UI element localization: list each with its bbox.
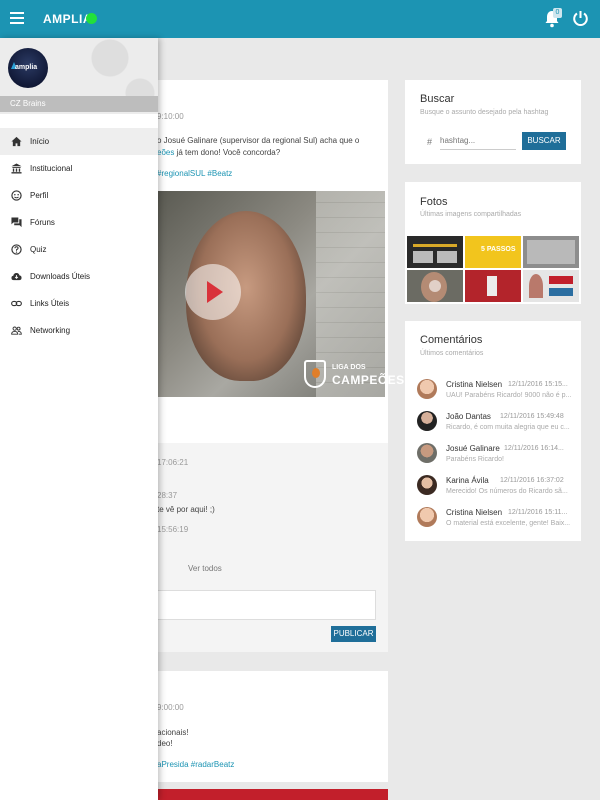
photo-caption: 5 PASSOS	[481, 246, 516, 253]
nav-item-quiz[interactable]: Quiz	[0, 236, 158, 263]
online-status-indicator	[86, 13, 97, 24]
nav-item-downloads[interactable]: Downloads Úteis	[0, 263, 158, 290]
hashtag-search-input[interactable]	[440, 132, 516, 150]
cloud-download-icon	[11, 273, 22, 281]
photo-thumbnail[interactable]: 5 PASSOS	[465, 236, 521, 268]
comment-author[interactable]: Cristina Nielsen	[446, 380, 502, 389]
comment-time: 17:06:21	[157, 458, 189, 467]
nav-item-label: Quiz	[30, 245, 47, 254]
nav-item-label: Fóruns	[30, 218, 55, 227]
photos-subtitle: Últimas imagens compartilhadas	[420, 211, 522, 218]
comment-date: 12/11/2016 15:15...	[508, 381, 568, 388]
video-brand-line2: CAMPEÕES	[332, 373, 405, 387]
comments-subtitle: Últimos comentários	[420, 350, 484, 357]
user-name-bar: CZ Brains	[0, 96, 158, 112]
face-icon	[11, 190, 22, 201]
comment-date: 12/11/2016 16:14...	[504, 445, 564, 452]
comments-title: Comentários	[420, 334, 483, 346]
avatar[interactable]	[417, 379, 437, 399]
play-icon[interactable]	[185, 264, 241, 320]
comment-author[interactable]: Cristina Nielsen	[446, 508, 502, 517]
comment-author[interactable]: Karina Ávila	[446, 476, 489, 485]
user-name: CZ Brains	[10, 99, 46, 108]
notification-badge: 0	[553, 8, 562, 18]
nav-item-institucional[interactable]: Institucional	[0, 155, 158, 182]
comment-text: O material está excelente, gente! Baix..…	[446, 520, 571, 527]
avatar[interactable]	[417, 475, 437, 495]
post-image[interactable]	[140, 782, 388, 800]
video-brand-logo: LIGA DOS CAMPEÕES	[304, 358, 404, 394]
help-icon	[11, 244, 22, 255]
comment-input[interactable]	[156, 590, 376, 620]
nav-item-inicio[interactable]: Início	[0, 128, 158, 155]
nav-item-label: Institucional	[30, 164, 73, 173]
post-link[interactable]: eões	[157, 148, 174, 157]
publish-button[interactable]: PUBLICAR	[331, 626, 376, 642]
app-name: AMPLIA	[43, 12, 92, 26]
top-app-bar: AMPLIA 0	[0, 0, 600, 38]
navigation-drawer: amplia CZ Brains Início Institucional Pe…	[0, 38, 158, 800]
search-title: Buscar	[420, 93, 455, 105]
menu-icon[interactable]	[10, 12, 24, 24]
comment-time: 15:56:19	[157, 525, 189, 534]
post-time: 9:00:00	[157, 703, 184, 712]
nav-item-networking[interactable]: Networking	[0, 317, 158, 344]
post-text-line: o Josué Galinare (supervisor da regional…	[157, 136, 360, 145]
post-hashtags[interactable]: #regionalSUL #Beatz	[157, 169, 232, 178]
comment-date: 12/11/2016 16:37:02	[500, 477, 564, 484]
comment-date: 12/11/2016 15:11...	[508, 509, 568, 516]
view-all-link[interactable]: Ver todos	[188, 564, 222, 573]
search-button[interactable]: BUSCAR	[522, 132, 566, 150]
nav-item-label: Links Úteis	[30, 299, 70, 308]
forum-icon	[11, 217, 22, 228]
photo-grid: 5 PASSOS	[407, 236, 579, 302]
nav-item-foruns[interactable]: Fóruns	[0, 209, 158, 236]
post-text-line: eões já tem dono! Você concorda?	[157, 148, 281, 157]
post-comments	[140, 443, 388, 652]
nav-item-perfil[interactable]: Perfil	[0, 182, 158, 209]
comment-text: UAU! Parabéns Ricardo! 9000 não é p...	[446, 392, 572, 399]
post-hashtags[interactable]: aPresida #radarBeatz	[157, 760, 234, 769]
institution-icon	[11, 163, 22, 174]
people-icon	[11, 326, 22, 335]
post-time: 9:10:00	[157, 112, 184, 121]
photo-thumbnail[interactable]	[465, 270, 521, 302]
nav-item-label: Networking	[30, 326, 71, 335]
power-icon[interactable]	[572, 10, 589, 27]
home-icon	[11, 136, 22, 147]
comment-text: Ricardo, é com muita alegria que eu c...	[446, 424, 570, 431]
photo-thumbnail[interactable]	[523, 236, 579, 268]
search-subtitle: Busque o assunto desejado pela hashtag	[420, 109, 549, 116]
post-text-line: deo!	[157, 739, 173, 748]
hash-symbol: #	[427, 137, 433, 147]
comment-author[interactable]: João Dantas	[446, 412, 491, 421]
photo-thumbnail[interactable]	[407, 270, 463, 302]
profile-avatar[interactable]: amplia	[8, 48, 48, 88]
avatar[interactable]	[417, 443, 437, 463]
video-brand-line1: LIGA DOS	[332, 364, 366, 371]
comment-text: Merecido! Os números do Ricardo sã...	[446, 488, 568, 495]
avatar[interactable]	[417, 411, 437, 431]
comment-time: 28:37	[157, 491, 178, 500]
drawer-header: amplia CZ Brains	[0, 38, 158, 114]
comment-text: Parabéns Ricardo!	[446, 456, 504, 463]
comment-author[interactable]: Josué Galinare	[446, 444, 500, 453]
logo-text: amplia	[15, 64, 38, 71]
shield-icon	[304, 360, 326, 388]
link-icon	[11, 300, 22, 307]
nav-item-label: Início	[30, 137, 50, 146]
comment-date: 12/11/2016 15:49:48	[500, 413, 564, 420]
nav-item-links[interactable]: Links Úteis	[0, 290, 158, 317]
comment-text: te vê por aqui! ;)	[157, 505, 215, 514]
nav-item-label: Downloads Úteis	[30, 272, 91, 281]
photo-thumbnail[interactable]	[407, 236, 463, 268]
avatar[interactable]	[417, 507, 437, 527]
photos-title: Fotos	[420, 196, 448, 208]
nav-item-label: Perfil	[30, 191, 49, 200]
photo-thumbnail[interactable]	[523, 270, 579, 302]
